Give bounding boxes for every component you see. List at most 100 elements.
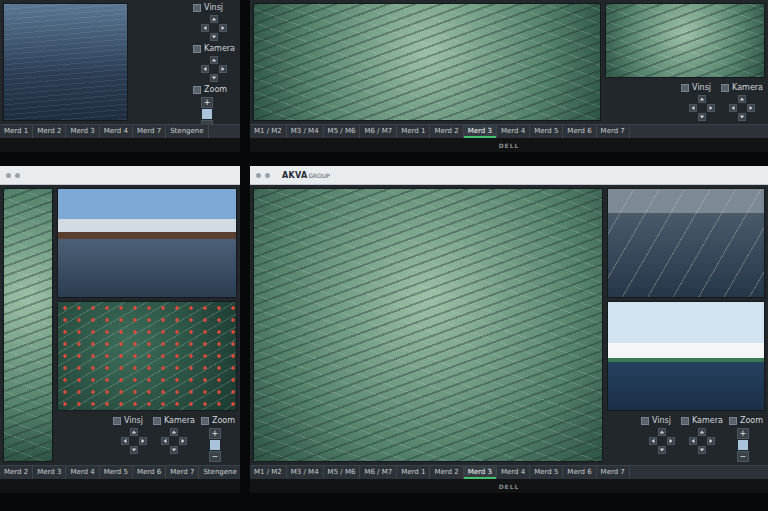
pen-tab[interactable]: Merd 4 <box>66 466 99 479</box>
down-button[interactable] <box>698 113 706 121</box>
pen-tab[interactable]: Merd 7 <box>133 125 166 138</box>
camera-feed[interactable] <box>57 188 237 298</box>
window-dot-icon[interactable] <box>15 173 20 178</box>
pen-tab[interactable]: Merd 3 <box>464 125 497 138</box>
window-dot-icon[interactable] <box>265 173 270 178</box>
left-button[interactable] <box>201 24 209 32</box>
pen-tab[interactable]: Merd 2 <box>430 466 463 479</box>
arrow-down-icon <box>699 447 705 453</box>
right-button[interactable] <box>707 104 715 112</box>
down-button[interactable] <box>658 446 666 454</box>
pen-tab[interactable]: M3 / M4 <box>287 466 324 479</box>
arrow-up-icon <box>171 429 177 435</box>
pen-tab[interactable]: Merd 1 <box>0 125 33 138</box>
left-button[interactable] <box>201 65 209 73</box>
up-button[interactable] <box>738 95 746 103</box>
pen-tab[interactable]: Merd 1 <box>397 466 430 479</box>
left-button[interactable] <box>649 437 657 445</box>
camera-feed[interactable] <box>57 301 237 411</box>
pen-tab[interactable]: Merd 5 <box>530 466 563 479</box>
left-button[interactable] <box>689 437 697 445</box>
pen-tab[interactable]: Merd 1 <box>397 125 430 138</box>
arrow-left-icon <box>650 438 656 444</box>
up-button[interactable] <box>130 428 138 436</box>
control-label: Vinsj <box>641 416 671 426</box>
arrow-up-icon <box>699 429 705 435</box>
pen-tab[interactable]: Merd 6 <box>563 466 596 479</box>
screen: Vinsj Kamera Zoom + − Merd 2Merd 3Merd 4… <box>0 166 240 479</box>
camera-feed[interactable] <box>605 3 765 78</box>
arrow-down-icon <box>131 447 137 453</box>
pen-tab[interactable]: Merd 7 <box>166 466 199 479</box>
camera-feed[interactable] <box>253 188 603 462</box>
pen-tab[interactable]: Stengene <box>166 125 208 138</box>
pen-tab[interactable]: M1 / M2 <box>250 125 287 138</box>
pen-tab[interactable]: Merd 3 <box>464 466 497 479</box>
pen-tab[interactable]: Merd 6 <box>563 125 596 138</box>
left-button[interactable] <box>161 437 169 445</box>
pen-tab[interactable]: Merd 4 <box>497 466 530 479</box>
pen-tab[interactable]: Merd 7 <box>597 466 630 479</box>
camera-feed[interactable] <box>253 3 601 121</box>
pen-tab-bar: Merd 1Merd 2Merd 3Merd 4Merd 7Stengene <box>0 124 240 138</box>
up-button[interactable] <box>658 428 666 436</box>
control-icon <box>729 417 737 425</box>
pen-tab[interactable]: M6 / M7 <box>360 125 397 138</box>
right-button[interactable] <box>219 24 227 32</box>
pen-tab[interactable]: M5 / M6 <box>324 125 361 138</box>
up-button[interactable] <box>170 428 178 436</box>
down-button[interactable] <box>130 446 138 454</box>
pen-tab[interactable]: Merd 2 <box>430 125 463 138</box>
left-button[interactable] <box>121 437 129 445</box>
camera-feed[interactable] <box>3 188 53 462</box>
pen-tab[interactable]: M1 / M2 <box>250 466 287 479</box>
down-button[interactable] <box>210 74 218 82</box>
pen-tab[interactable]: M3 / M4 <box>287 125 324 138</box>
down-button[interactable] <box>698 446 706 454</box>
camera-area: Vinsj Kamera <box>250 0 768 124</box>
zoom-out-button[interactable]: − <box>737 451 749 462</box>
pen-tab[interactable]: Merd 7 <box>597 125 630 138</box>
up-button[interactable] <box>698 428 706 436</box>
zoom-in-button[interactable]: + <box>201 97 213 108</box>
camera-feed[interactable] <box>607 301 765 411</box>
right-button[interactable] <box>707 437 715 445</box>
pen-tab[interactable]: Merd 5 <box>100 466 133 479</box>
pen-tab[interactable]: Merd 4 <box>497 125 530 138</box>
pen-tab[interactable]: Merd 4 <box>100 125 133 138</box>
pen-tab[interactable]: M6 / M7 <box>360 466 397 479</box>
zoom-in-button[interactable]: + <box>209 428 221 439</box>
camera-feed[interactable] <box>607 188 765 298</box>
side-panel: Vinsj Kamera Zoom + − <box>132 3 237 121</box>
up-button[interactable] <box>210 56 218 64</box>
pen-tab[interactable]: Merd 2 <box>33 125 66 138</box>
pen-tab[interactable]: Merd 3 <box>33 466 66 479</box>
zoom-out-button[interactable]: − <box>209 451 221 462</box>
pen-tab[interactable]: M5 / M6 <box>324 466 361 479</box>
right-button[interactable] <box>747 104 755 112</box>
right-button[interactable] <box>179 437 187 445</box>
window-dot-icon[interactable] <box>6 173 11 178</box>
down-button[interactable] <box>210 33 218 41</box>
direction-pad <box>689 95 715 121</box>
right-button[interactable] <box>219 65 227 73</box>
down-button[interactable] <box>170 446 178 454</box>
pen-tab[interactable]: Merd 3 <box>66 125 99 138</box>
left-button[interactable] <box>729 104 737 112</box>
up-button[interactable] <box>698 95 706 103</box>
down-button[interactable] <box>738 113 746 121</box>
pen-tab[interactable]: Stengene <box>199 466 240 479</box>
control-label: Kamera <box>153 416 195 426</box>
left-button[interactable] <box>689 104 697 112</box>
pen-tab[interactable]: Merd 6 <box>133 466 166 479</box>
window-dot-icon[interactable] <box>256 173 261 178</box>
control-label: Kamera <box>681 416 723 426</box>
right-button[interactable] <box>667 437 675 445</box>
pen-tab[interactable]: Merd 5 <box>530 125 563 138</box>
zoom-in-button[interactable]: + <box>737 428 749 439</box>
right-button[interactable] <box>139 437 147 445</box>
pen-tab[interactable]: Merd 2 <box>0 466 33 479</box>
up-button[interactable] <box>210 15 218 23</box>
control-group: Vinsj <box>681 83 715 121</box>
camera-feed[interactable] <box>3 3 128 121</box>
